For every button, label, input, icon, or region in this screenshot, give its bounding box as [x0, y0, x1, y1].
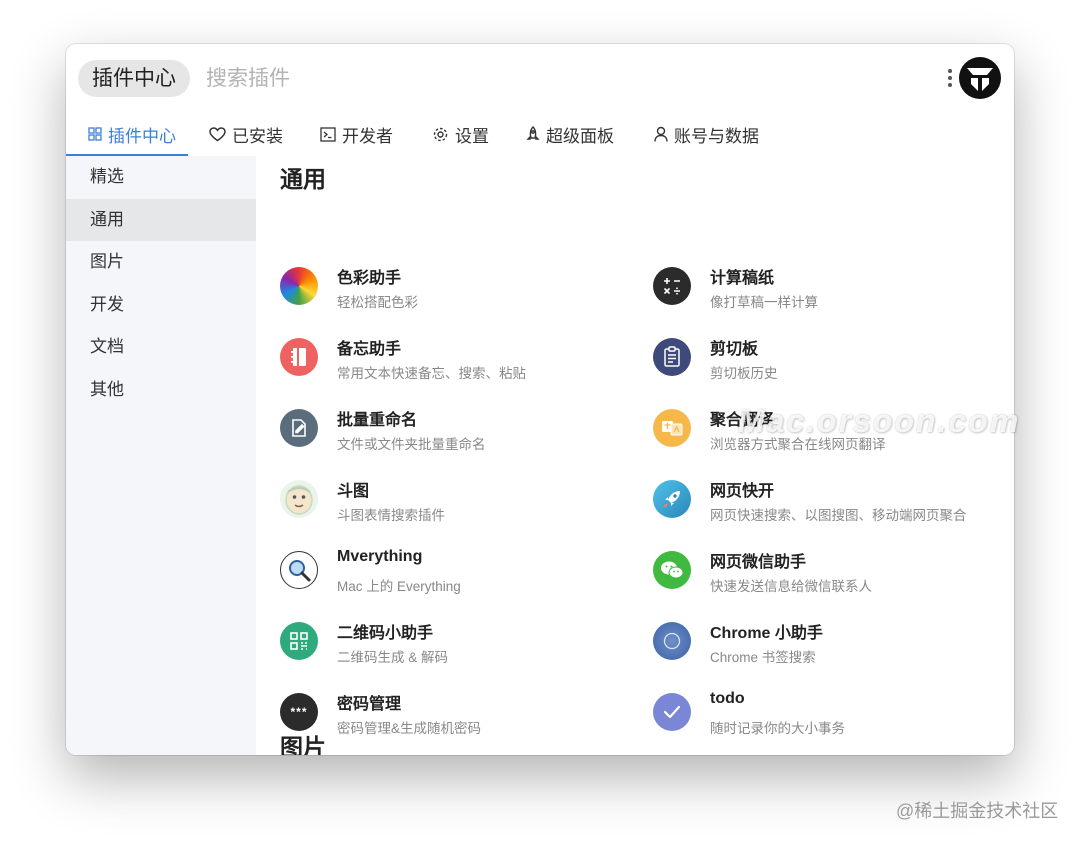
plugin-name: 网页快开: [710, 483, 775, 500]
plugin-desc: 轻松搭配色彩: [337, 295, 418, 310]
tab-super-panel[interactable]: 超级面板: [526, 112, 614, 156]
plugin-item[interactable]: 批量重命名 文件或文件夹批量重命名: [280, 406, 640, 466]
calculator-icon: [653, 267, 691, 305]
plugin-name: 备忘助手: [337, 341, 402, 358]
plugin-item[interactable]: 网页快开 网页快速搜索、以图搜图、移动端网页聚合: [653, 477, 1013, 537]
sidebar-item-development[interactable]: 开发: [66, 284, 256, 327]
color-wheel-icon: [280, 267, 318, 305]
rocket-icon: [526, 125, 540, 140]
sidebar-item-featured[interactable]: 精选: [66, 156, 256, 199]
plugin-desc: Mac 上的 Everything: [337, 579, 461, 594]
plugin-desc: 剪切板历史: [710, 366, 778, 381]
user-icon: [654, 126, 668, 142]
plugin-name: 二维码小助手: [337, 625, 434, 642]
magnifier-icon: [280, 551, 318, 589]
notebook-icon: [280, 338, 318, 376]
plugin-item[interactable]: 斗图 斗图表情搜索插件: [280, 477, 640, 537]
plugin-name: todo: [710, 690, 745, 707]
plugin-name: 网页微信助手: [710, 554, 807, 571]
sidebar-item-images[interactable]: 图片: [66, 241, 256, 284]
rename-icon: [280, 409, 318, 447]
plugin-desc: 二维码生成 & 解码: [337, 650, 449, 665]
plugin-name: 批量重命名: [337, 412, 418, 429]
plugin-name: 剪切板: [710, 341, 759, 358]
tab-installed[interactable]: 已安装: [209, 112, 283, 156]
tab-plugin-center[interactable]: 插件中心: [66, 112, 188, 156]
site-watermark: Mac.orsoon.com: [738, 403, 1021, 439]
plugin-item[interactable]: todo 随时记录你的大小事务: [653, 690, 1013, 750]
section-title: 通用: [280, 166, 326, 192]
check-icon: [653, 693, 691, 731]
plugin-name: Chrome 小助手: [710, 625, 823, 642]
tab-bar: 插件中心 已安装 开发者 设置 超级面板 账号与数据: [66, 112, 1014, 156]
tab-account-data[interactable]: 账号与数据: [654, 112, 759, 156]
plugin-name: 色彩助手: [337, 270, 402, 287]
plugin-name: 密码管理: [337, 696, 402, 713]
plugin-desc: 快速发送信息给微信联系人: [710, 579, 872, 594]
tab-label: 超级面板: [546, 126, 614, 146]
plugin-name: 计算稿纸: [710, 270, 775, 287]
sidebar-item-others[interactable]: 其他: [66, 369, 256, 412]
plugin-desc: 随时记录你的大小事务: [710, 721, 845, 736]
plugin-name: Mverything: [337, 548, 423, 565]
plugin-item[interactable]: 备忘助手 常用文本快速备忘、搜索、粘贴: [280, 335, 640, 395]
plugin-desc: 像打草稿一样计算: [710, 295, 818, 310]
more-vertical-icon[interactable]: [945, 66, 955, 92]
plugin-item[interactable]: *** 密码管理 密码管理&生成随机密码: [280, 690, 640, 750]
tab-settings[interactable]: 设置: [432, 112, 489, 156]
plugin-item[interactable]: 网页微信助手 快速发送信息给微信联系人: [653, 548, 1013, 608]
plugin-desc: 常用文本快速备忘、搜索、粘贴: [337, 366, 526, 381]
plugin-item[interactable]: 剪切板 剪切板历史: [653, 335, 1013, 395]
terminal-icon: [320, 126, 336, 142]
tab-label: 开发者: [342, 126, 393, 146]
sidebar-item-general[interactable]: 通用: [66, 198, 256, 241]
tab-label: 账号与数据: [674, 126, 759, 146]
plugin-desc: 网页快速搜索、以图搜图、移动端网页聚合: [710, 508, 967, 523]
chrome-icon: [653, 622, 691, 660]
current-plugin-chip[interactable]: 插件中心: [78, 60, 190, 97]
heart-icon: [209, 126, 226, 141]
plugin-desc: 密码管理&生成随机密码: [337, 721, 482, 736]
password-icon: ***: [280, 693, 318, 731]
plugin-desc: Chrome 书签搜索: [710, 650, 816, 665]
plugin-list: 通用 色彩助手 轻松搭配色彩 计算稿纸 像打草稿一样计算 备忘助手 常用文本快速…: [256, 156, 1014, 755]
tab-label: 已安装: [232, 126, 283, 146]
plugin-item[interactable]: Mverything Mac 上的 Everything: [280, 548, 640, 608]
sidebar-item-documents[interactable]: 文档: [66, 326, 256, 369]
credit-text: @稀土掘金技术社区: [896, 801, 1059, 821]
section-title: 图片: [280, 734, 326, 755]
grid-icon: [88, 127, 102, 141]
rocket-icon: [653, 480, 691, 518]
plugin-item[interactable]: Chrome 小助手 Chrome 书签搜索: [653, 619, 1013, 679]
plugin-item[interactable]: 计算稿纸 像打草稿一样计算: [653, 264, 1013, 324]
category-sidebar: 精选 通用 图片 开发 文档 其他: [66, 156, 256, 755]
meme-face-icon: [280, 480, 318, 518]
plugin-item[interactable]: 二维码小助手 二维码生成 & 解码: [280, 619, 640, 679]
plugin-desc: 斗图表情搜索插件: [337, 508, 445, 523]
plugin-name: 斗图: [337, 483, 370, 500]
plugin-desc: 文件或文件夹批量重命名: [337, 437, 486, 452]
gear-icon: [433, 127, 448, 141]
clipboard-icon: [653, 338, 691, 376]
app-window: 插件中心 插件中心 已安装 开发者 设置 超级面板: [66, 44, 1014, 755]
tab-developer[interactable]: 开发者: [320, 112, 393, 156]
tab-label: 设置: [455, 126, 489, 146]
wechat-icon: [653, 551, 691, 589]
plugin-item[interactable]: 色彩助手 轻松搭配色彩: [280, 264, 640, 324]
tab-label: 插件中心: [108, 126, 176, 146]
search-input[interactable]: [206, 62, 706, 96]
qrcode-icon: [280, 622, 318, 660]
search-bar: 插件中心: [66, 44, 1014, 112]
translate-icon: [653, 409, 691, 447]
app-logo-icon[interactable]: [958, 56, 1002, 100]
